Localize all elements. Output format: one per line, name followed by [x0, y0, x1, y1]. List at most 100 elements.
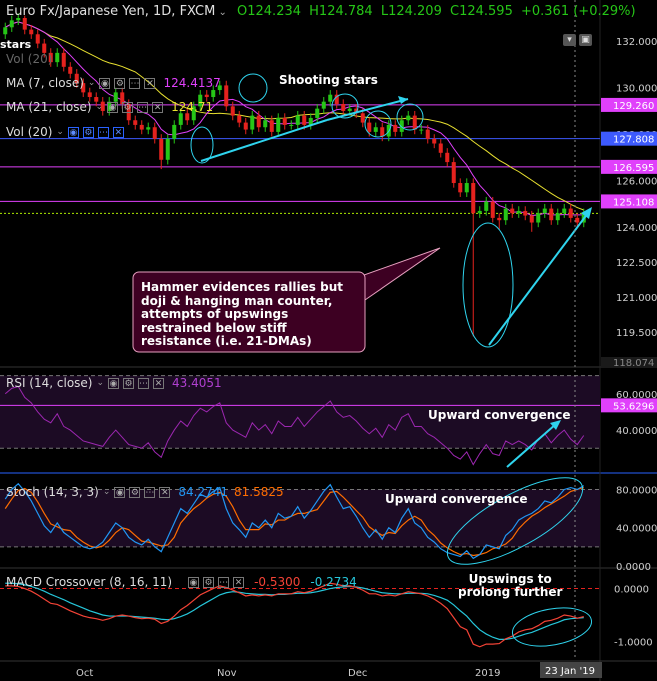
more-icon[interactable]: ⋯ — [218, 576, 230, 588]
candle-body — [406, 115, 411, 121]
shooting-stars-note: Shooting stars — [279, 73, 378, 87]
stoch-k-value: 84.2741 — [178, 485, 229, 499]
candle-body — [302, 115, 307, 125]
candle-body — [490, 201, 495, 218]
price-tick-label: 122.500 — [616, 258, 657, 269]
macd-tick-label: 0.0000 — [614, 585, 649, 596]
eye-icon[interactable]: ◉ — [99, 77, 111, 89]
macd-tick-label: -1.0000 — [614, 637, 653, 648]
candle-body — [438, 143, 443, 153]
ma7-value: 124.4137 — [163, 76, 221, 90]
callout-line: Hammer evidences rallies but — [141, 280, 343, 294]
candle-body — [471, 183, 476, 214]
close-icon[interactable]: ✕ — [144, 77, 156, 89]
candle-body — [464, 183, 469, 193]
collapse-icon[interactable]: ▾ — [563, 34, 576, 46]
price-tick-label: 121.000 — [616, 293, 657, 304]
gear-icon[interactable]: ⚙ — [82, 126, 94, 138]
price-tick-label: 119.500 — [616, 328, 657, 339]
rsi-legend[interactable]: RSI (14, close) ⌄ ◉ ⚙ ⋯ ✕ 43.4051 — [6, 376, 222, 390]
candle-body — [542, 208, 547, 214]
candle-body — [360, 113, 365, 123]
candle-body — [9, 20, 14, 28]
chevron-down-icon[interactable]: ⌄ — [88, 78, 96, 88]
gear-icon[interactable]: ⚙ — [122, 101, 134, 113]
price-level-badge-label: 127.808 — [613, 135, 654, 146]
chevron-down-icon[interactable]: ⌄ — [96, 378, 104, 388]
stoch-label: Stoch (14, 3, 3) — [6, 485, 99, 499]
close-icon[interactable]: ✕ — [112, 126, 124, 138]
chevron-down-icon[interactable]: ⌄ — [96, 102, 104, 112]
chevron-down-icon[interactable]: ⌄ — [56, 127, 64, 137]
candle-body — [55, 52, 60, 63]
ma7-legend[interactable]: MA (7, close) ⌄ ◉ ⚙ ⋯ ✕ 124.4137 — [6, 76, 221, 90]
rsi-label: RSI (14, close) — [6, 376, 93, 390]
price-level-badge-label: 129.260 — [613, 101, 654, 112]
chevron-down-icon[interactable]: ⌄ — [215, 7, 226, 18]
more-icon[interactable]: ⋯ — [137, 101, 149, 113]
candle-body — [159, 138, 164, 160]
ma21-legend[interactable]: MA (21, close) ⌄ ◉ ⚙ ⋯ ✕ 124.71 — [6, 100, 213, 114]
stoch-tick-label: 0.0000 — [616, 562, 651, 573]
candle-body — [484, 201, 489, 211]
highlight-ellipse — [462, 222, 514, 348]
eye-icon[interactable]: ◉ — [188, 576, 200, 588]
vol-legend[interactable]: Vol (20) ⌄ ◉ ⚙ ⋯ ✕ — [6, 125, 124, 139]
close-icon[interactable]: ✕ — [233, 576, 245, 588]
time-tick-label: 2019 — [475, 668, 500, 679]
close-icon[interactable]: ✕ — [153, 377, 165, 389]
overlay-stars-label: stars — [0, 38, 32, 51]
eye-icon[interactable]: ◉ — [108, 377, 120, 389]
close-icon[interactable]: ✕ — [152, 101, 164, 113]
candle-body — [380, 127, 385, 137]
candle-body — [549, 208, 554, 221]
maximize-icon[interactable]: ▣ — [579, 34, 592, 46]
stoch-tick-label: 80.0000 — [616, 485, 657, 496]
candle-body — [3, 27, 8, 35]
eye-icon[interactable]: ◉ — [107, 101, 119, 113]
more-icon[interactable]: ⋯ — [144, 486, 156, 498]
gear-icon[interactable]: ⚙ — [123, 377, 135, 389]
stoch-legend[interactable]: Stoch (14, 3, 3) ⌄ ◉ ⚙ ⋯ ✕ 84.2741 81.58… — [6, 485, 284, 499]
change-value: +0.361 (+0.29%) — [520, 4, 636, 19]
gear-icon[interactable]: ⚙ — [129, 486, 141, 498]
more-icon[interactable]: ⋯ — [129, 77, 141, 89]
ma7-line — [5, 21, 584, 217]
arrow-head — [398, 96, 408, 104]
candle-body — [139, 124, 144, 130]
candle-body — [152, 127, 157, 139]
eye-icon[interactable]: ◉ — [67, 126, 79, 138]
ma21-line — [5, 21, 584, 211]
candle-body — [185, 113, 190, 121]
candle-body — [445, 152, 450, 163]
price-level-badge-label: 125.108 — [613, 197, 654, 208]
time-tick-label: Dec — [348, 668, 367, 679]
candle-body — [211, 90, 216, 98]
candle-body — [321, 101, 326, 109]
candle-body — [87, 92, 92, 98]
more-icon[interactable]: ⋯ — [97, 126, 109, 138]
gear-icon[interactable]: ⚙ — [203, 576, 215, 588]
candle-body — [282, 117, 287, 125]
stoch-tick-label: 40.0000 — [616, 524, 657, 535]
candle-body — [328, 94, 333, 102]
more-icon[interactable]: ⋯ — [138, 377, 150, 389]
candle-body — [555, 213, 560, 221]
symbol-title[interactable]: Euro Fx/Japanese Yen, 1D, FXCM — [6, 4, 215, 19]
candle-body — [529, 215, 534, 223]
candle-body — [568, 208, 573, 218]
macd-label: MACD Crossover (8, 16, 11) — [6, 575, 173, 589]
close-icon[interactable]: ✕ — [159, 486, 171, 498]
candle-body — [516, 210, 521, 214]
macd-signal-value: -0.2734 — [310, 575, 357, 589]
macd-note: Upswings to prolong further — [458, 573, 562, 599]
chevron-down-icon[interactable]: ⌄ — [103, 487, 111, 497]
gear-icon[interactable]: ⚙ — [114, 77, 126, 89]
candle-body — [35, 34, 40, 44]
macd-legend[interactable]: MACD Crossover (8, 16, 11) ◉ ⚙ ⋯ ✕ -0.53… — [6, 575, 357, 589]
candle-body — [393, 124, 398, 132]
candle-body — [165, 138, 170, 160]
eye-icon[interactable]: ◉ — [114, 486, 126, 498]
vol-label: Vol (20) — [6, 125, 53, 139]
candle-body — [432, 138, 437, 144]
